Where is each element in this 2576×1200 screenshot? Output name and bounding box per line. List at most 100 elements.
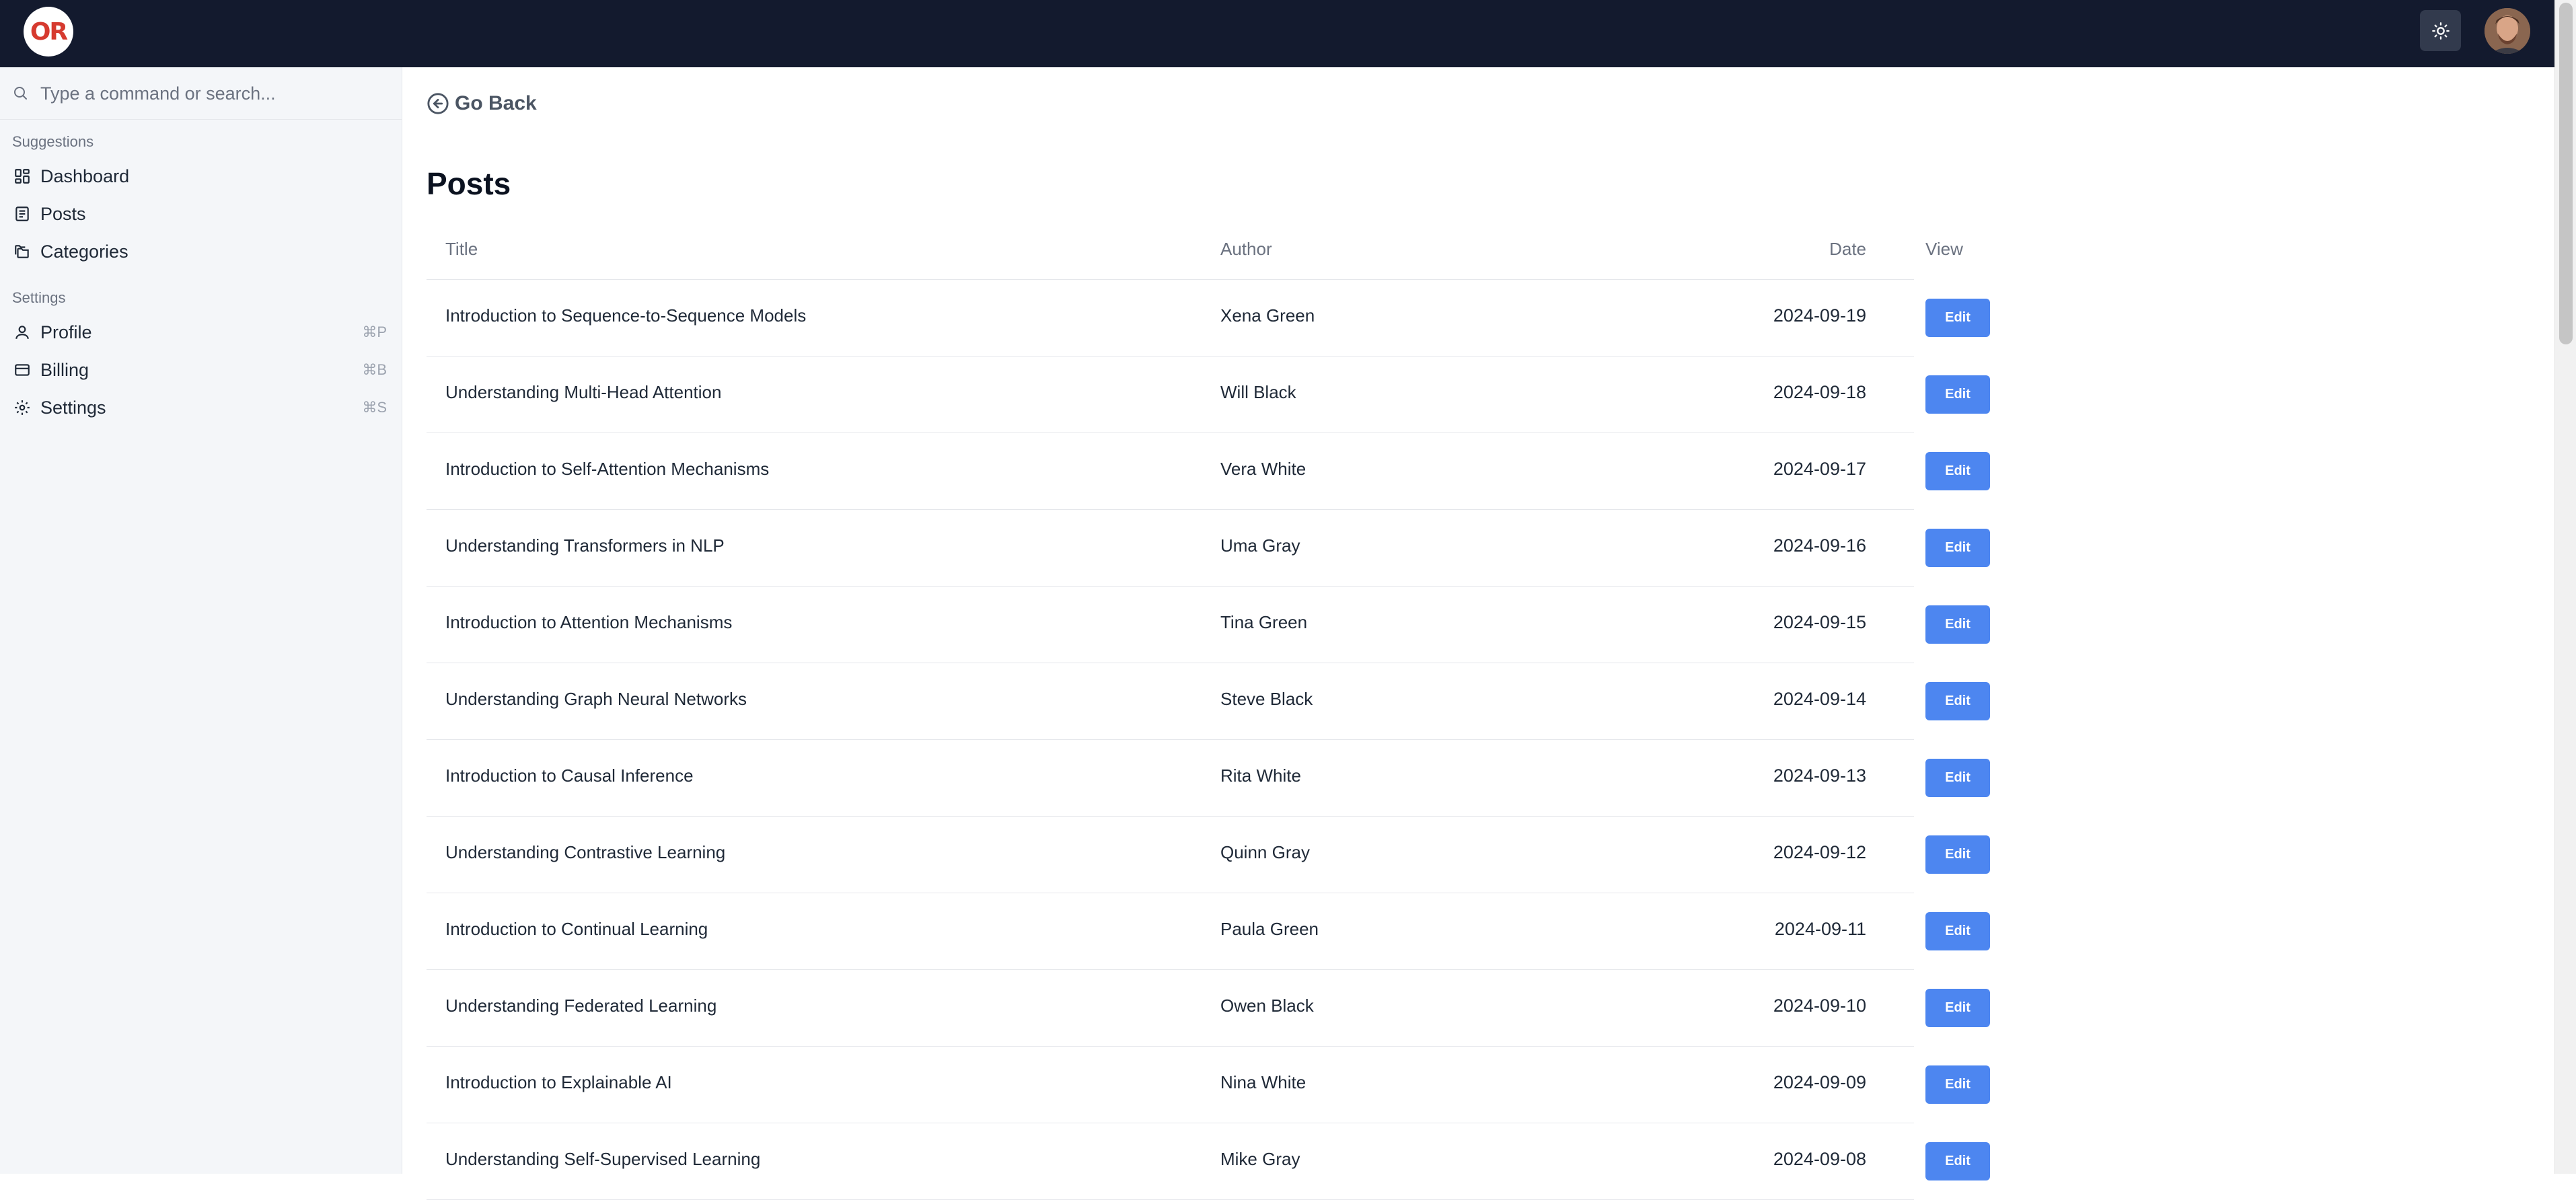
post-title: Understanding Multi-Head Attention [445, 382, 722, 402]
go-back-label: Go Back [455, 92, 537, 114]
post-title: Understanding Federated Learning [445, 996, 717, 1016]
post-date: 2024-09-17 [1773, 459, 1866, 479]
post-date: 2024-09-10 [1773, 996, 1866, 1016]
user-avatar[interactable] [2485, 8, 2530, 54]
posts-table: Title Author Date View Introduction to S… [427, 225, 1990, 1200]
edit-button[interactable]: Edit [1925, 299, 1990, 337]
edit-button[interactable]: Edit [1925, 375, 1990, 414]
sidebar-item-posts[interactable]: Posts [0, 196, 402, 231]
post-date: 2024-09-09 [1773, 1072, 1866, 1092]
post-title: Understanding Graph Neural Networks [445, 689, 747, 709]
table-header: Title Author Date View [427, 225, 1963, 280]
edit-button[interactable]: Edit [1925, 912, 1990, 950]
table-row: Understanding Self-Supervised Learning Mi… [427, 1123, 1990, 1200]
table-body: Introduction to Sequence-to-Sequence Mod… [427, 280, 1990, 1200]
app-logo[interactable]: OR [24, 7, 73, 57]
search-input[interactable] [39, 79, 378, 108]
post-author: Mike Gray [1220, 1149, 1300, 1169]
post-title: Introduction to Continual Learning [445, 919, 708, 939]
folders-icon [15, 245, 29, 258]
post-date: 2024-09-14 [1773, 689, 1866, 709]
table-row: Understanding Multi-Head Attention Will B… [427, 357, 1990, 433]
sidebar-item-billing[interactable]: Billing ⌘B [0, 352, 402, 387]
user-icon [15, 326, 29, 339]
post-date: 2024-09-11 [1774, 919, 1866, 939]
post-title: Introduction to Attention Mechanisms [445, 612, 733, 632]
page-scrollbar[interactable] [2554, 0, 2576, 1174]
post-author: Uma Gray [1220, 535, 1300, 556]
edit-button[interactable]: Edit [1925, 835, 1990, 874]
post-title: Introduction to Causal Inference [445, 765, 694, 786]
theme-toggle-button[interactable] [2420, 10, 2461, 51]
sidebar-item-label: Dashboard [40, 165, 130, 186]
post-date: 2024-09-13 [1773, 765, 1866, 786]
sidebar-item-label: Profile [40, 322, 92, 342]
sidebar-item-label: Settings [40, 397, 106, 418]
sidebar-item-label: Billing [40, 359, 89, 380]
post-author: Xena Green [1220, 305, 1315, 326]
sidebar-item-settings[interactable]: Settings ⌘S [0, 390, 402, 425]
post-author: Owen Black [1220, 996, 1314, 1016]
logo-text: OR [30, 17, 68, 46]
post-title: Understanding Self-Supervised Learning [445, 1149, 761, 1169]
command-search [0, 67, 402, 120]
post-author: Quinn Gray [1220, 842, 1310, 862]
column-header-date: Date [1829, 239, 1866, 259]
sidebar-item-categories[interactable]: Categories [0, 234, 402, 269]
sidebar: Suggestions Dashboard Posts Categories S… [0, 67, 402, 1174]
post-author: Tina Green [1220, 612, 1308, 632]
sun-icon [2431, 22, 2450, 40]
table-row: Introduction to Explainable AI Nina White… [427, 1047, 1990, 1123]
table-row: Introduction to Continual Learning Paula … [427, 893, 1990, 970]
gear-icon [15, 400, 30, 415]
edit-button[interactable]: Edit [1925, 989, 1990, 1027]
post-author: Paula Green [1220, 919, 1319, 939]
shortcut-hint: ⌘P [362, 324, 387, 340]
post-date: 2024-09-18 [1773, 382, 1866, 402]
top-navbar: OR [0, 0, 2554, 67]
table-row: Introduction to Causal Inference Rita Whi… [427, 740, 1990, 817]
edit-button[interactable]: Edit [1925, 1065, 1990, 1104]
table-row: Understanding Graph Neural Networks Steve… [427, 663, 1990, 740]
post-title: Understanding Transformers in NLP [445, 535, 725, 556]
dashboard-icon [15, 169, 30, 184]
sidebar-item-dashboard[interactable]: Dashboard [0, 159, 402, 194]
edit-button[interactable]: Edit [1925, 605, 1990, 644]
go-back-link[interactable]: Go Back [427, 89, 537, 118]
table-row: Understanding Contrastive Learning Quinn … [427, 817, 1990, 893]
arrow-left-circle-icon [427, 93, 449, 114]
scrollbar-thumb[interactable] [2559, 3, 2573, 344]
post-author: Vera White [1220, 459, 1307, 479]
post-date: 2024-09-16 [1773, 535, 1866, 556]
page-title: Posts [427, 166, 511, 201]
post-date: 2024-09-19 [1773, 305, 1866, 326]
newspaper-icon [15, 207, 29, 221]
shortcut-hint: ⌘B [362, 361, 387, 378]
edit-button[interactable]: Edit [1925, 452, 1990, 490]
sidebar-item-label: Categories [40, 241, 128, 262]
edit-button[interactable]: Edit [1925, 759, 1990, 797]
table-row: Understanding Federated Learning Owen Bla… [427, 970, 1990, 1047]
post-author: Rita White [1220, 765, 1301, 786]
table-row: Understanding Transformers in NLP Uma Gra… [427, 510, 1990, 587]
post-date: 2024-09-08 [1773, 1149, 1866, 1169]
column-header-view: View [1925, 239, 1963, 259]
settings-heading: Settings [12, 289, 66, 306]
post-author: Will Black [1220, 382, 1296, 402]
post-author: Steve Black [1220, 689, 1313, 709]
post-date: 2024-09-12 [1773, 842, 1866, 862]
post-author: Nina White [1220, 1072, 1307, 1092]
sidebar-item-profile[interactable]: Profile ⌘P [0, 315, 402, 350]
edit-button[interactable]: Edit [1925, 529, 1990, 567]
post-title: Introduction to Explainable AI [445, 1072, 672, 1092]
suggestions-heading: Suggestions [12, 133, 94, 150]
credit-card-icon [15, 364, 30, 376]
table-row: Introduction to Sequence-to-Sequence Mod… [427, 280, 1990, 357]
table-row: Introduction to Self-Attention Mechanism… [427, 433, 1990, 510]
post-date: 2024-09-15 [1773, 612, 1866, 632]
post-title: Understanding Contrastive Learning [445, 842, 726, 862]
sidebar-item-label: Posts [40, 203, 86, 224]
column-header-title: Title [445, 239, 478, 259]
edit-button[interactable]: Edit [1925, 1142, 1990, 1180]
edit-button[interactable]: Edit [1925, 682, 1990, 720]
